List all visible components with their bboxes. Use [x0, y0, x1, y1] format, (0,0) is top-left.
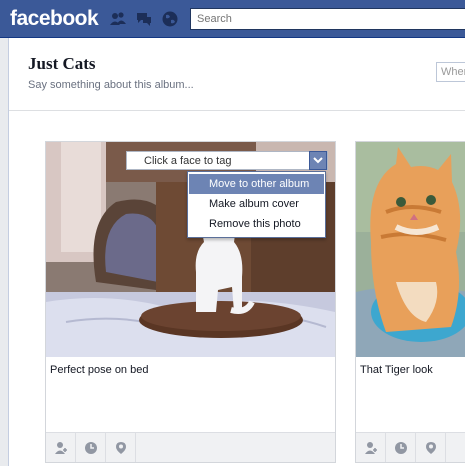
photo-caption[interactable]: Perfect pose on bed [50, 364, 148, 376]
search-box[interactable] [190, 8, 465, 30]
photo-options-menu: Move to other album Make album cover Rem… [187, 171, 326, 238]
tag-person-icon[interactable] [46, 433, 76, 462]
photo-caption[interactable]: That Tiger look [360, 364, 433, 376]
clock-icon[interactable] [386, 433, 416, 462]
search-input[interactable] [191, 9, 465, 29]
photo-card-footer [46, 432, 335, 462]
location-pin-icon[interactable] [106, 433, 136, 462]
menu-item-make-cover[interactable]: Make album cover [189, 194, 324, 214]
tag-prompt[interactable]: Click a face to tag [144, 155, 231, 167]
photo-card-footer [356, 432, 465, 462]
facebook-logo[interactable]: facebook [10, 7, 99, 31]
top-bar: facebook [0, 0, 465, 38]
album-page: Just Cats Say something about this album… [8, 38, 465, 466]
menu-item-move-album[interactable]: Move to other album [189, 174, 324, 194]
divider [9, 110, 465, 111]
clock-icon[interactable] [76, 433, 106, 462]
album-description-field[interactable]: Say something about this album... [28, 79, 194, 91]
tag-face-bar[interactable]: Click a face to tag [126, 151, 328, 170]
location-pin-icon[interactable] [416, 433, 446, 462]
chevron-down-icon [313, 157, 323, 164]
notifications-globe-icon[interactable] [161, 10, 179, 28]
tag-person-icon[interactable] [356, 433, 386, 462]
photo-card: That Tiger look [355, 141, 465, 463]
photo-card: Click a face to tag Move to other album … [45, 141, 336, 463]
menu-item-remove-photo[interactable]: Remove this photo [189, 214, 324, 234]
album-title[interactable]: Just Cats [28, 54, 96, 74]
where-field[interactable]: Where [436, 62, 465, 82]
friend-requests-icon[interactable] [109, 10, 127, 28]
messages-icon[interactable] [135, 10, 153, 28]
cat-photo[interactable] [356, 142, 465, 357]
photo-options-button[interactable] [309, 151, 327, 170]
